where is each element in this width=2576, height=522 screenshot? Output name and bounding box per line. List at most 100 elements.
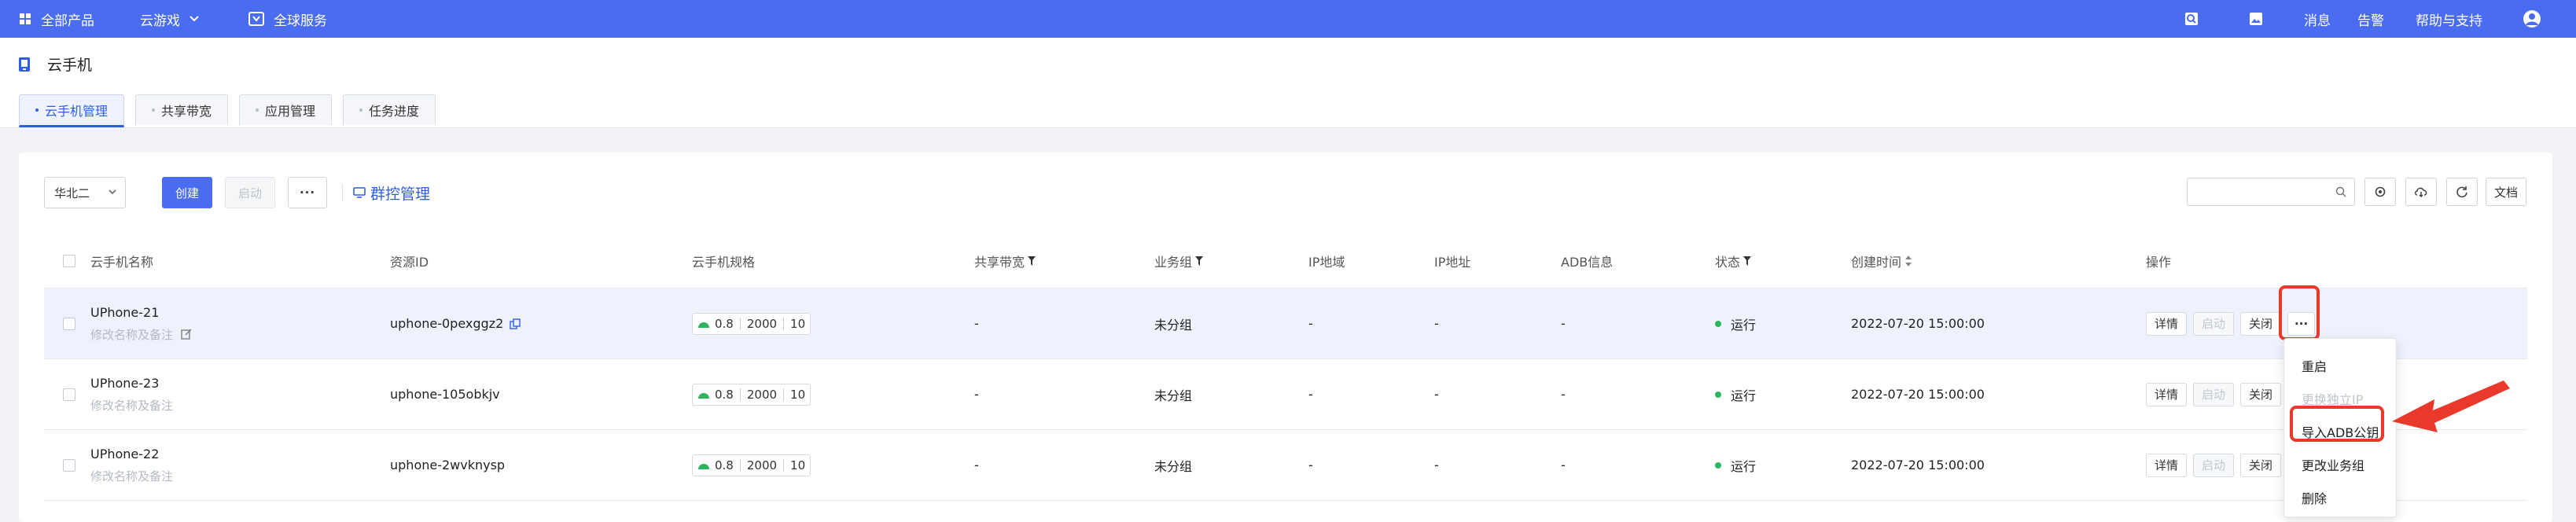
cloud-download-icon: [2414, 186, 2428, 198]
start-button[interactable]: 启动: [2193, 311, 2235, 336]
filter-icon[interactable]: [1743, 256, 1752, 266]
status-cell: 运行: [1715, 430, 1756, 500]
tab-task-progress[interactable]: 任务进度: [343, 94, 436, 125]
gear-icon: [2374, 186, 2386, 198]
col-created[interactable]: 创建时间: [1851, 234, 1912, 288]
col-bandwidth[interactable]: 共享带宽: [974, 234, 1036, 288]
menu-item-change-group[interactable]: 更改业务组: [2302, 455, 2364, 474]
region-select[interactable]: 华北二: [44, 177, 126, 208]
help-support-link[interactable]: 帮助与支持: [2416, 0, 2482, 38]
search-box[interactable]: [2187, 178, 2355, 206]
col-group[interactable]: 业务组: [1154, 234, 1204, 288]
checkbox[interactable]: [63, 255, 75, 267]
tab-label: 共享带宽: [161, 104, 212, 119]
docs-button[interactable]: 文档: [2486, 178, 2526, 206]
edit-remark-link[interactable]: 修改名称及备注: [90, 397, 173, 414]
copy-icon[interactable]: [510, 318, 521, 329]
col-status[interactable]: 状态: [1715, 234, 1752, 288]
top-navigation-bar: 全部产品 云游戏 全球服务 消息 告警 帮助与支持: [0, 0, 2576, 38]
tab-app-management[interactable]: 应用管理: [239, 94, 333, 125]
tab-dot: [359, 108, 363, 112]
cloud-game-menu[interactable]: 云游戏: [140, 0, 199, 38]
all-products-menu[interactable]: 全部产品: [19, 0, 94, 38]
stop-button[interactable]: 关闭: [2240, 382, 2282, 406]
edit-remark-link[interactable]: 修改名称及备注: [90, 468, 173, 484]
status-text: 运行: [1731, 388, 1757, 403]
tab-shared-bandwidth[interactable]: 共享带宽: [135, 94, 229, 125]
global-service-label: 全球服务: [274, 13, 327, 29]
filter-icon[interactable]: [1028, 256, 1036, 266]
row-checkbox[interactable]: [63, 289, 75, 358]
checkbox[interactable]: [63, 458, 75, 472]
separator: [739, 458, 741, 472]
filter-icon[interactable]: [1195, 256, 1204, 266]
tab-label: 任务进度: [369, 104, 420, 119]
select-all-checkbox[interactable]: [63, 234, 75, 288]
alerts-link[interactable]: 告警: [2357, 0, 2384, 38]
start-button[interactable]: 启动: [2193, 382, 2235, 406]
spec-memory: 2000: [746, 458, 778, 472]
row-checkbox[interactable]: [63, 430, 75, 500]
user-avatar-icon: [2523, 9, 2541, 28]
image-icon: [2249, 12, 2263, 26]
col-resource-id: 资源ID: [390, 255, 429, 270]
global-service-menu[interactable]: 全球服务: [248, 0, 327, 38]
settings-button[interactable]: [2364, 178, 2396, 206]
checkbox[interactable]: [63, 317, 75, 330]
status-text: 运行: [1731, 317, 1757, 333]
col-created-label: 创建时间: [1851, 255, 1902, 270]
resource-id-cell: uphone-0pexggz2: [390, 289, 521, 358]
stop-button[interactable]: 关闭: [2240, 311, 2282, 336]
page-header: 云手机 云手机管理 共享带宽 应用管理 任务进度: [0, 38, 2576, 128]
checkbox[interactable]: [63, 388, 75, 401]
ip-region-cell: -: [1308, 316, 1313, 331]
edit-remark-text: 修改名称及备注: [90, 327, 174, 342]
user-avatar[interactable]: [2523, 0, 2541, 38]
image-icon-button[interactable]: [2249, 0, 2263, 38]
separator: [739, 317, 741, 330]
group-cell: 未分组: [1154, 317, 1193, 333]
cloud-game-label: 云游戏: [140, 13, 180, 29]
refresh-icon: [2456, 186, 2468, 198]
page-title: 云手机: [19, 53, 92, 75]
sort-icon[interactable]: [1904, 255, 1912, 267]
table-row: UPhone-23 修改名称及备注 uphone-105obkjv 0.8 20…: [44, 359, 2527, 430]
details-button[interactable]: 详情: [2146, 453, 2188, 477]
details-button[interactable]: 详情: [2146, 382, 2188, 406]
start-button[interactable]: 启动: [225, 177, 275, 208]
tab-label: 云手机管理: [45, 104, 109, 119]
table-row: UPhone-21 修改名称及备注 uphone-0pexggz2 0.8 20…: [44, 289, 2527, 359]
group-control-link[interactable]: 群控管理: [353, 179, 430, 206]
refresh-button[interactable]: [2446, 178, 2478, 206]
search-input[interactable]: [2194, 178, 2331, 205]
spec-badge: 0.8 2000 10: [692, 312, 811, 335]
messages-link[interactable]: 消息: [2304, 0, 2331, 38]
row-checkbox[interactable]: [63, 359, 75, 429]
resource-id: uphone-0pexggz2: [390, 316, 504, 331]
search-icon[interactable]: [2335, 186, 2346, 197]
group-cell: 未分组: [1154, 458, 1193, 474]
create-button[interactable]: 创建: [162, 177, 212, 208]
separator: [783, 317, 785, 330]
col-status-label: 状态: [1715, 255, 1741, 270]
search-icon-button[interactable]: [2184, 0, 2199, 38]
start-button[interactable]: 启动: [2193, 453, 2235, 477]
edit-icon[interactable]: [181, 329, 192, 340]
edit-remark-link[interactable]: 修改名称及备注: [90, 326, 192, 343]
more-actions-button[interactable]: ···: [288, 177, 327, 208]
spec-cell: 0.8 2000 10: [692, 430, 811, 500]
menu-item-delete[interactable]: 删除: [2302, 488, 2327, 507]
tab-dot: [152, 108, 156, 112]
spec-cpu: 0.8: [715, 458, 734, 472]
tab-phone-management[interactable]: 云手机管理: [19, 94, 125, 127]
menu-item-restart[interactable]: 重启: [2302, 356, 2327, 375]
help-support-label: 帮助与支持: [2416, 13, 2482, 29]
adb-cell: -: [1561, 458, 1566, 472]
bandwidth-cell: -: [974, 316, 979, 331]
status-running-dot: [1715, 320, 1721, 327]
search-icon: [2184, 12, 2199, 26]
details-button[interactable]: 详情: [2146, 311, 2188, 336]
tab-bar: 云手机管理 共享带宽 应用管理 任务进度: [19, 94, 436, 127]
download-button[interactable]: [2405, 178, 2437, 206]
stop-button[interactable]: 关闭: [2240, 453, 2282, 477]
